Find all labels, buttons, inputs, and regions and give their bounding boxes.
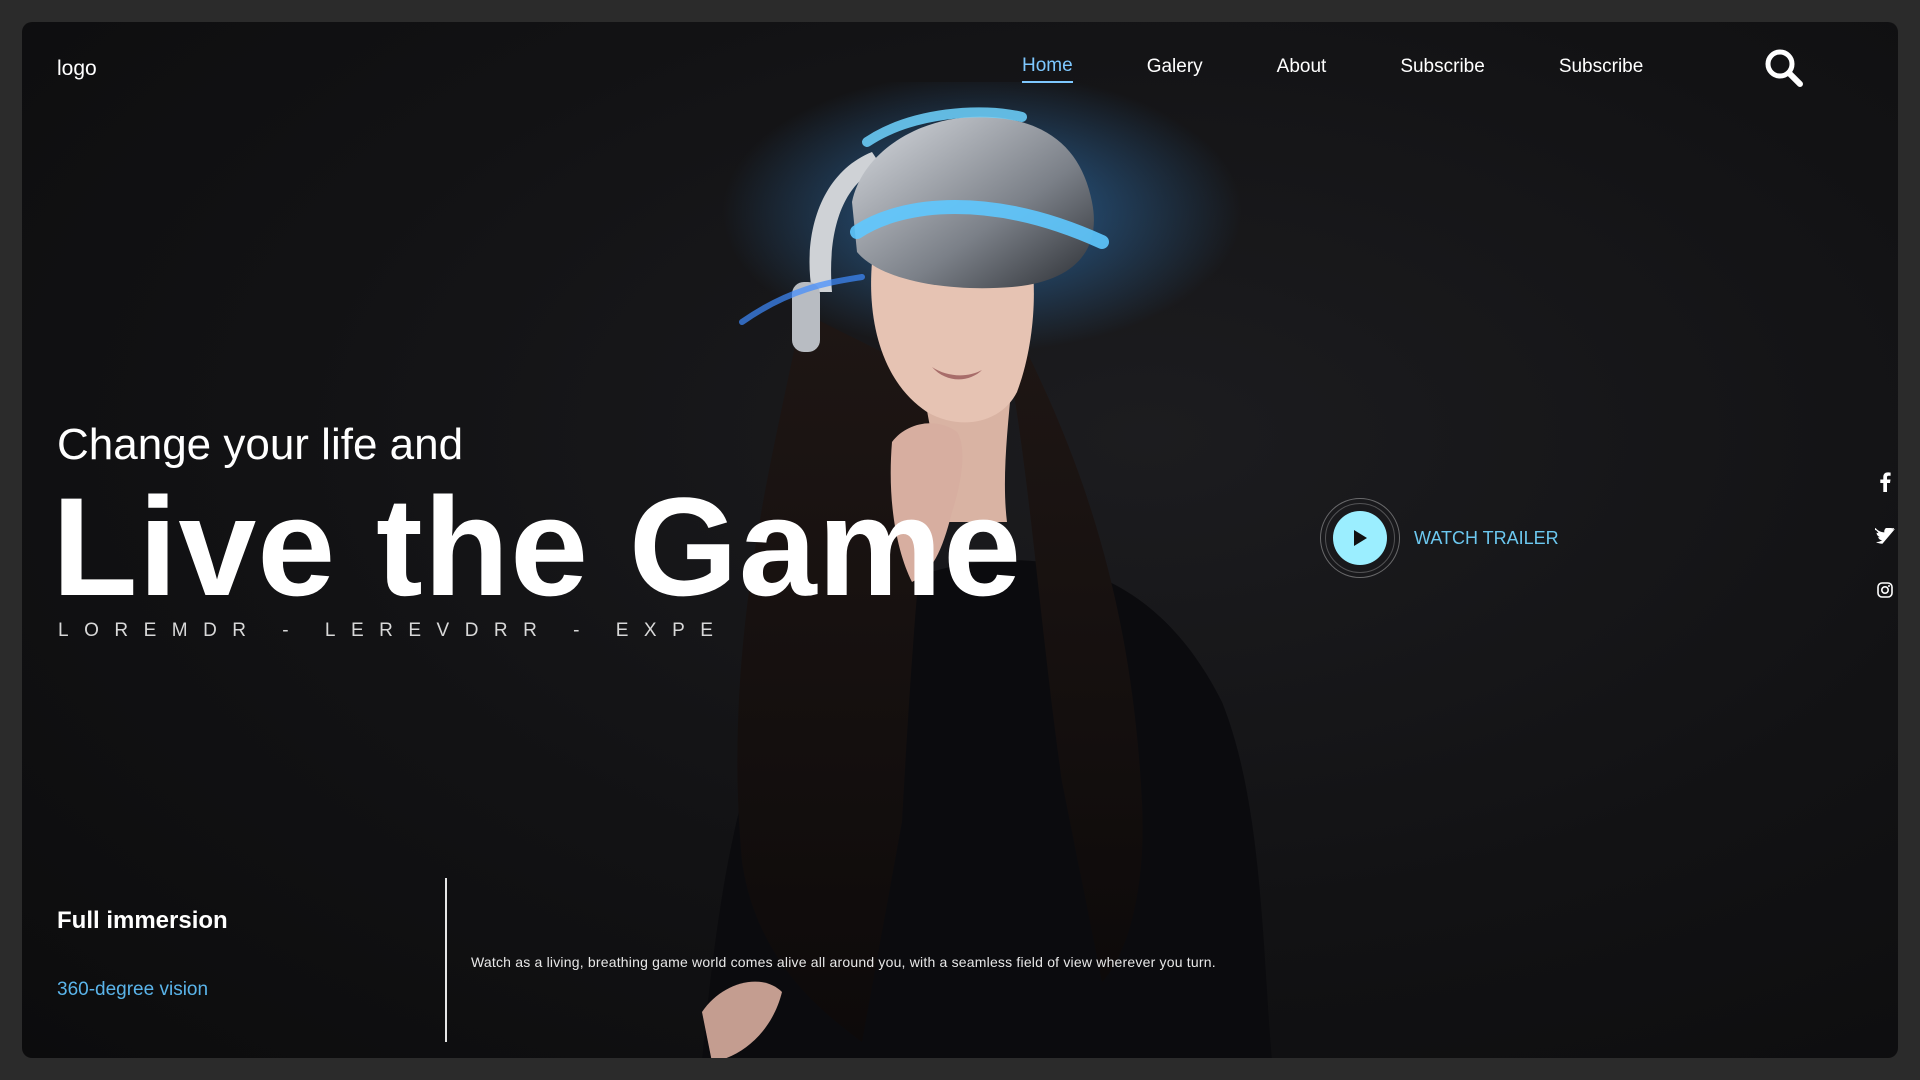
- watch-trailer-button[interactable]: WATCH TRAILER: [1320, 498, 1559, 578]
- logo[interactable]: logo: [57, 57, 97, 81]
- search-icon: [1765, 49, 1803, 87]
- watch-trailer-label[interactable]: WATCH TRAILER: [1414, 528, 1559, 549]
- feature-title: Full immersion: [57, 907, 228, 934]
- main-nav: Home Galery About Subscribe Subscribe: [1022, 55, 1717, 83]
- feature-description: Watch as a living, breathing game world …: [471, 954, 1216, 970]
- nav-item-home[interactable]: Home: [1022, 55, 1073, 83]
- twitter-link[interactable]: [1875, 526, 1895, 546]
- play-button[interactable]: [1333, 511, 1387, 565]
- feature-subtitle[interactable]: 360-degree vision: [57, 979, 208, 1001]
- social-links: [1875, 472, 1895, 634]
- play-button-ring-inner: [1325, 503, 1395, 573]
- hero-tagline: LOREMDR - LEREVDRR - EXPE: [58, 620, 729, 641]
- twitter-icon: [1875, 528, 1895, 544]
- facebook-icon: [1880, 472, 1891, 492]
- nav-item-subscribe-2[interactable]: Subscribe: [1559, 56, 1644, 82]
- instagram-link[interactable]: [1875, 580, 1895, 600]
- search-button[interactable]: [1762, 46, 1806, 90]
- nav-item-subscribe[interactable]: Subscribe: [1400, 56, 1485, 82]
- nav-item-galery[interactable]: Galery: [1147, 56, 1203, 82]
- instagram-icon: [1877, 582, 1893, 598]
- play-icon: [1354, 530, 1367, 546]
- play-button-ring[interactable]: [1320, 498, 1400, 578]
- nav-item-about[interactable]: About: [1277, 56, 1327, 82]
- feature-divider: [445, 878, 447, 1042]
- facebook-link[interactable]: [1875, 472, 1895, 492]
- hero-headline: Live the Game: [52, 468, 1023, 625]
- hero-section: logo Home Galery About Subscribe Subscri…: [22, 22, 1898, 1058]
- hero-subtitle: Change your life and: [57, 420, 464, 469]
